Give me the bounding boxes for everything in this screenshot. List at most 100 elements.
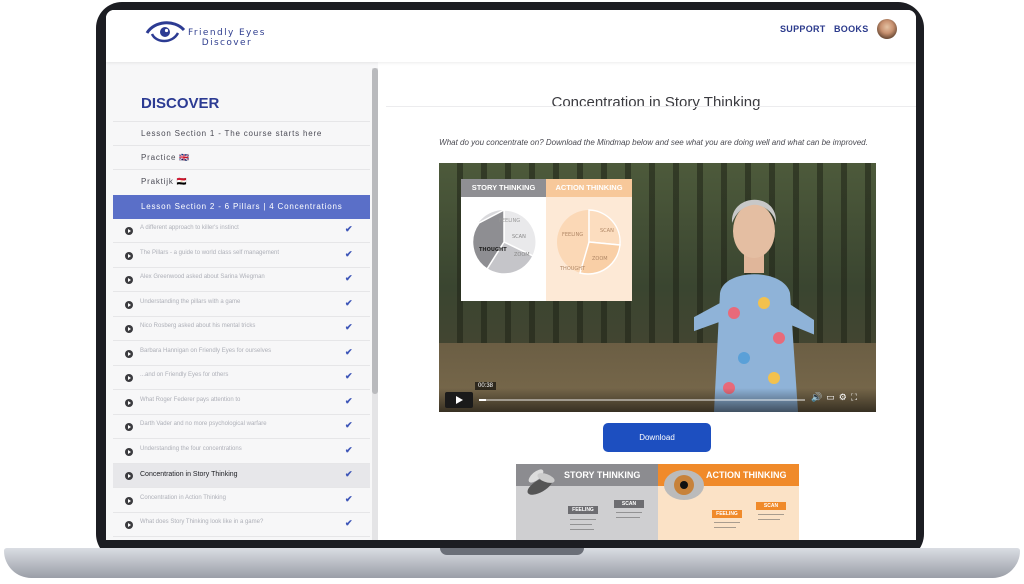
preview-text-line bbox=[570, 524, 592, 525]
nav-support-link[interactable]: SUPPORT bbox=[780, 24, 826, 34]
section-item[interactable]: Lesson Section 1 - The course starts her… bbox=[113, 121, 370, 145]
video-time: 00:38 bbox=[475, 382, 497, 390]
play-circle-icon bbox=[125, 374, 133, 382]
play-circle-icon bbox=[125, 349, 133, 358]
lesson-label: Understanding the four concentrations bbox=[140, 445, 242, 452]
story-pie-zoom: ZOOM bbox=[514, 252, 530, 258]
lesson-label: Nico Rosberg asked about his mental tric… bbox=[140, 323, 256, 329]
lesson-item[interactable]: The Pillars - a guide to world class sel… bbox=[113, 244, 370, 268]
checkmark-icon: ✔ bbox=[345, 346, 353, 357]
slide-story-heading: STORY THINKING bbox=[461, 179, 546, 197]
checkmark-icon: ✔ bbox=[345, 493, 353, 504]
lesson-item[interactable]: Barbara Hannigan on Friendly Eyes for ou… bbox=[113, 342, 370, 366]
checkmark-icon: ✔ bbox=[345, 469, 353, 479]
bee-icon bbox=[527, 469, 555, 495]
lesson-item[interactable]: Understanding the pillars with a game ✔ bbox=[113, 293, 370, 317]
settings-gear-icon[interactable]: ⚙ bbox=[839, 392, 851, 402]
checkmark-icon: ✔ bbox=[345, 444, 353, 455]
mindmap-preview-image[interactable]: STORY THINKING ACTION THINKING FEELING S… bbox=[516, 464, 799, 540]
story-pie-scan: SCAN bbox=[512, 234, 526, 240]
play-circle-icon bbox=[125, 251, 133, 260]
brand-name: Friendly Eyes bbox=[188, 28, 266, 38]
preview-text-line bbox=[758, 514, 784, 515]
sidebar-scroll-thumb[interactable] bbox=[372, 68, 378, 394]
play-circle-icon bbox=[125, 447, 133, 456]
action-pie-scan: SCAN bbox=[600, 228, 614, 234]
title-divider bbox=[386, 106, 916, 107]
lesson-item[interactable]: Nico Rosberg asked about his mental tric… bbox=[113, 317, 370, 341]
eye-icon bbox=[664, 470, 704, 500]
lesson-item[interactable]: A different approach to killer's instinc… bbox=[113, 219, 370, 243]
video-progress-bar[interactable] bbox=[479, 399, 805, 401]
preview-story-feeling-tag: FEELING bbox=[568, 506, 598, 514]
lesson-item[interactable]: Concentration in Action Thinking ✔ bbox=[113, 489, 370, 513]
lesson-label: What does Story Thinking look like in a … bbox=[140, 519, 264, 525]
preview-action-feeling-tag: FEELING bbox=[712, 510, 742, 518]
brand-logo-text[interactable]: Friendly Eyes Discover bbox=[188, 28, 266, 48]
lesson-label: Concentration in Action Thinking bbox=[140, 494, 226, 501]
checkmark-icon: ✔ bbox=[345, 371, 353, 381]
video-progress-fill bbox=[479, 399, 486, 401]
lesson-label: The Pillars - a guide to world class sel… bbox=[140, 249, 280, 256]
checkmark-icon: ✔ bbox=[345, 395, 353, 406]
action-pie-feeling: FEELING bbox=[562, 232, 583, 238]
play-circle-icon bbox=[125, 521, 133, 529]
lesson-item[interactable]: Alex Greenwood asked about Sarina Wiegma… bbox=[113, 268, 370, 292]
action-pie-thought: THOUGHT bbox=[559, 266, 586, 272]
avatar[interactable] bbox=[877, 19, 897, 39]
section-item[interactable]: Praktijk 🇪🇬 bbox=[113, 169, 370, 193]
eye-logo-icon[interactable] bbox=[144, 17, 186, 52]
preview-text-line bbox=[758, 519, 780, 520]
slide-action-thinking-panel: ACTION THINKING FEELING SCAN ZOOM THOUGH… bbox=[546, 179, 632, 301]
preview-text-line bbox=[570, 529, 594, 530]
play-circle-icon bbox=[125, 227, 133, 235]
play-icon[interactable] bbox=[445, 392, 473, 408]
story-pie-thought: THOUGHT bbox=[479, 247, 507, 253]
lesson-label: A different approach to killer's instinc… bbox=[140, 225, 239, 231]
lesson-label: Barbara Hannigan on Friendly Eyes for ou… bbox=[140, 347, 272, 354]
action-pie-zoom: ZOOM bbox=[592, 256, 608, 262]
action-pie-chart: FEELING SCAN ZOOM THOUGHT bbox=[557, 209, 621, 275]
section-item-active[interactable]: Lesson Section 2 - 6 Pillars | 4 Concent… bbox=[113, 195, 370, 219]
lesson-label: ...and on Friendly Eyes for others bbox=[140, 372, 229, 378]
lesson-label: Darth Vader and no more psychological wa… bbox=[140, 421, 267, 427]
preview-text-line bbox=[616, 512, 642, 513]
volume-icon[interactable]: 🔊 bbox=[811, 392, 826, 402]
play-circle-icon bbox=[125, 496, 133, 505]
play-circle-icon bbox=[125, 276, 133, 284]
story-pie-feeling: FEELING bbox=[499, 218, 520, 224]
preview-action-scan-tag: SCAN bbox=[756, 502, 786, 510]
checkmark-icon: ✔ bbox=[345, 273, 353, 283]
fullscreen-icon[interactable]: ⛶ bbox=[851, 392, 861, 402]
checkmark-icon: ✔ bbox=[345, 420, 353, 430]
lesson-label: Alex Greenwood asked about Sarina Wiegma… bbox=[140, 274, 265, 280]
slide-action-heading: ACTION THINKING bbox=[546, 179, 632, 197]
lesson-label: Understanding the pillars with a game bbox=[140, 298, 241, 305]
nav-books-link[interactable]: BOOKS bbox=[834, 24, 869, 34]
captions-icon[interactable]: ▭ bbox=[826, 392, 839, 402]
checkmark-icon: ✔ bbox=[345, 248, 353, 259]
video-player[interactable]: STORY THINKING FEELING SCAN ZOOM THOUGHT… bbox=[439, 163, 876, 412]
slide-story-thinking-panel: STORY THINKING FEELING SCAN ZOOM THOUGHT bbox=[461, 179, 546, 301]
lesson-item[interactable]: Understanding the four concentrations ✔ bbox=[113, 440, 370, 464]
lesson-item[interactable]: Darth Vader and no more psychological wa… bbox=[113, 415, 370, 439]
lesson-item[interactable]: What Roger Federer pays attention to ✔ bbox=[113, 391, 370, 415]
intro-text: What do you concentrate on? Download the… bbox=[439, 138, 868, 147]
top-header: Friendly Eyes Discover SUPPORT BOOKS bbox=[106, 10, 916, 62]
lesson-item[interactable]: ...and on Friendly Eyes for others ✔ bbox=[113, 366, 370, 390]
checkmark-icon: ✔ bbox=[345, 322, 353, 332]
lesson-item[interactable]: What does Story Thinking look like in a … bbox=[113, 513, 370, 537]
play-circle-icon bbox=[125, 300, 133, 309]
checkmark-icon: ✔ bbox=[345, 297, 353, 308]
checkmark-icon: ✔ bbox=[345, 224, 353, 234]
story-pie-chart: FEELING SCAN ZOOM THOUGHT bbox=[471, 208, 537, 275]
play-circle-icon bbox=[125, 423, 133, 431]
preview-text-line bbox=[570, 519, 596, 520]
preview-story-scan-tag: SCAN bbox=[614, 500, 644, 508]
browser-screen: Friendly Eyes Discover SUPPORT BOOKS DIS… bbox=[106, 10, 916, 540]
download-button[interactable]: Download bbox=[603, 423, 711, 452]
section-item[interactable]: Practice 🇬🇧 bbox=[113, 145, 370, 169]
brand-subtitle: Discover bbox=[201, 38, 253, 48]
page-title: Concentration in Story Thinking bbox=[551, 94, 761, 111]
lesson-item-current[interactable]: Concentration in Story Thinking ✔ bbox=[113, 464, 370, 488]
